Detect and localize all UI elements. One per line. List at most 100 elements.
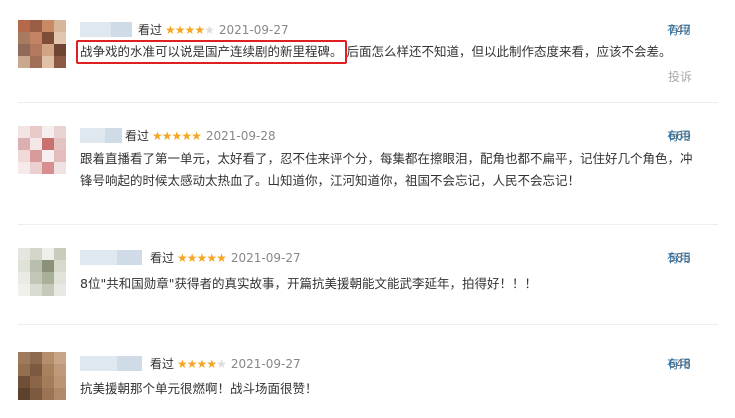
username-blurred[interactable] (80, 250, 142, 265)
watch-status: 看过 (138, 23, 163, 37)
avatar-pixel (54, 32, 66, 44)
comment-text-rest: 后面怎么样还不知道，但以此制作态度来看，应该不会差。 (346, 44, 672, 59)
avatar-pixel (54, 248, 66, 260)
avatar-pixel (30, 56, 42, 68)
comment-text: 战争戏的水准可以说是国产连续剧的新里程碑。 后面怎么样还不知道，但以此制作态度来看… (76, 40, 700, 64)
useful-button[interactable]: 有用 (667, 22, 691, 38)
avatar-pixel (30, 20, 42, 32)
avatar-pixel (54, 126, 66, 138)
avatar[interactable] (18, 248, 66, 296)
avatar-pixel (30, 260, 42, 272)
avatar-pixel (54, 364, 66, 376)
divider (18, 224, 718, 225)
star-icon: ★ (206, 357, 217, 371)
avatar-pixel (18, 138, 30, 150)
star-icon: ★ (181, 129, 192, 143)
useful-button[interactable]: 有用 (667, 356, 691, 372)
avatar-pixel (54, 56, 66, 68)
star-icon: ★ (177, 357, 188, 371)
rating-stars: ★★★★★ (165, 23, 215, 37)
username-blurred[interactable] (80, 356, 142, 371)
avatar-pixel (54, 44, 66, 56)
useful-button[interactable]: 有用 (667, 128, 691, 144)
star-icon: ★ (152, 129, 163, 143)
comment-date: 2021-09-27 (218, 23, 289, 37)
avatar-pixel (54, 284, 66, 296)
avatar-pixel (18, 364, 30, 376)
avatar-pixel (30, 248, 42, 260)
rating-stars: ★★★★★ (177, 251, 227, 265)
avatar-pixel (30, 352, 42, 364)
avatar[interactable] (18, 126, 66, 174)
useful-button[interactable]: 有用 (667, 250, 691, 266)
avatar-pixel (18, 162, 30, 174)
comment-meta: 看过 ★★★★★ 2021-09-28 (125, 128, 276, 144)
comment-text: 抗美援朝那个单元很燃啊！战斗场面很赞！ (80, 381, 318, 396)
divider (18, 102, 718, 103)
comment-meta: 看过 ★★★★★ 2021-09-27 (150, 250, 301, 266)
avatar-pixel (42, 150, 54, 162)
avatar-pixel (18, 126, 30, 138)
star-icon: ★ (196, 357, 208, 371)
watch-status: 看过 (150, 357, 175, 371)
avatar-pixel (18, 376, 30, 388)
avatar-pixel (54, 260, 66, 272)
avatar-pixel (42, 364, 54, 376)
avatar-pixel (42, 44, 54, 56)
star-icon: ★ (191, 129, 202, 143)
comment-date: 2021-09-28 (205, 129, 276, 143)
highlighted-sentence: 战争戏的水准可以说是国产连续剧的新里程碑。 (76, 40, 347, 64)
avatar-pixel (30, 364, 42, 376)
comment-meta: 看过 ★★★★★ 2021-09-27 (150, 356, 301, 372)
comment-text: 8位"共和国勋章"获得者的真实故事，开篇抗美援朝能文能武李延年，拍得好！！！ (80, 276, 537, 291)
avatar-pixel (42, 388, 54, 400)
avatar-pixel (30, 162, 42, 174)
avatar-pixel (30, 376, 42, 388)
avatar-pixel (42, 56, 54, 68)
avatar-pixel (30, 388, 42, 400)
avatar-pixel (18, 272, 30, 284)
comment-text: 跟着直播看了第一单元，太好看了，忍不住来评个分，每集都在擦眼泪，配角也都不扁平，… (80, 151, 693, 188)
avatar-pixel (42, 376, 54, 388)
star-icon: ★ (216, 357, 227, 371)
star-icon: ★ (216, 251, 227, 265)
avatar-pixel (42, 32, 54, 44)
username-blurred[interactable] (80, 128, 122, 143)
star-icon: ★ (204, 23, 215, 37)
avatar-pixel (18, 284, 30, 296)
watch-status: 看过 (150, 251, 175, 265)
avatar-pixel (30, 32, 42, 44)
avatar-pixel (18, 44, 30, 56)
star-icon: ★ (171, 129, 183, 143)
avatar-pixel (54, 388, 66, 400)
avatar-pixel (54, 376, 66, 388)
username-blurred[interactable] (80, 22, 132, 37)
avatar-pixel (42, 248, 54, 260)
avatar-pixel (42, 352, 54, 364)
avatar-pixel (30, 126, 42, 138)
avatar-pixel (18, 248, 30, 260)
avatar[interactable] (18, 20, 66, 68)
avatar-pixel (42, 260, 54, 272)
star-icon: ★ (177, 251, 188, 265)
star-icon: ★ (184, 23, 196, 37)
avatar-pixel (18, 20, 30, 32)
star-icon: ★ (196, 251, 208, 265)
comment-date: 2021-09-27 (230, 357, 301, 371)
avatar-pixel (30, 44, 42, 56)
avatar-pixel (54, 352, 66, 364)
avatar-pixel (42, 138, 54, 150)
avatar-pixel (30, 272, 42, 284)
star-icon: ★ (165, 23, 176, 37)
watch-status: 看过 (125, 129, 150, 143)
star-icon: ★ (206, 251, 217, 265)
avatar-pixel (18, 150, 30, 162)
avatar-pixel (54, 20, 66, 32)
avatar-pixel (18, 352, 30, 364)
avatar-pixel (42, 272, 54, 284)
avatar-pixel (42, 20, 54, 32)
report-button[interactable]: 投诉 (668, 68, 692, 85)
rating-stars: ★★★★★ (177, 357, 227, 371)
avatar[interactable] (18, 352, 66, 400)
rating-stars: ★★★★★ (152, 129, 202, 143)
